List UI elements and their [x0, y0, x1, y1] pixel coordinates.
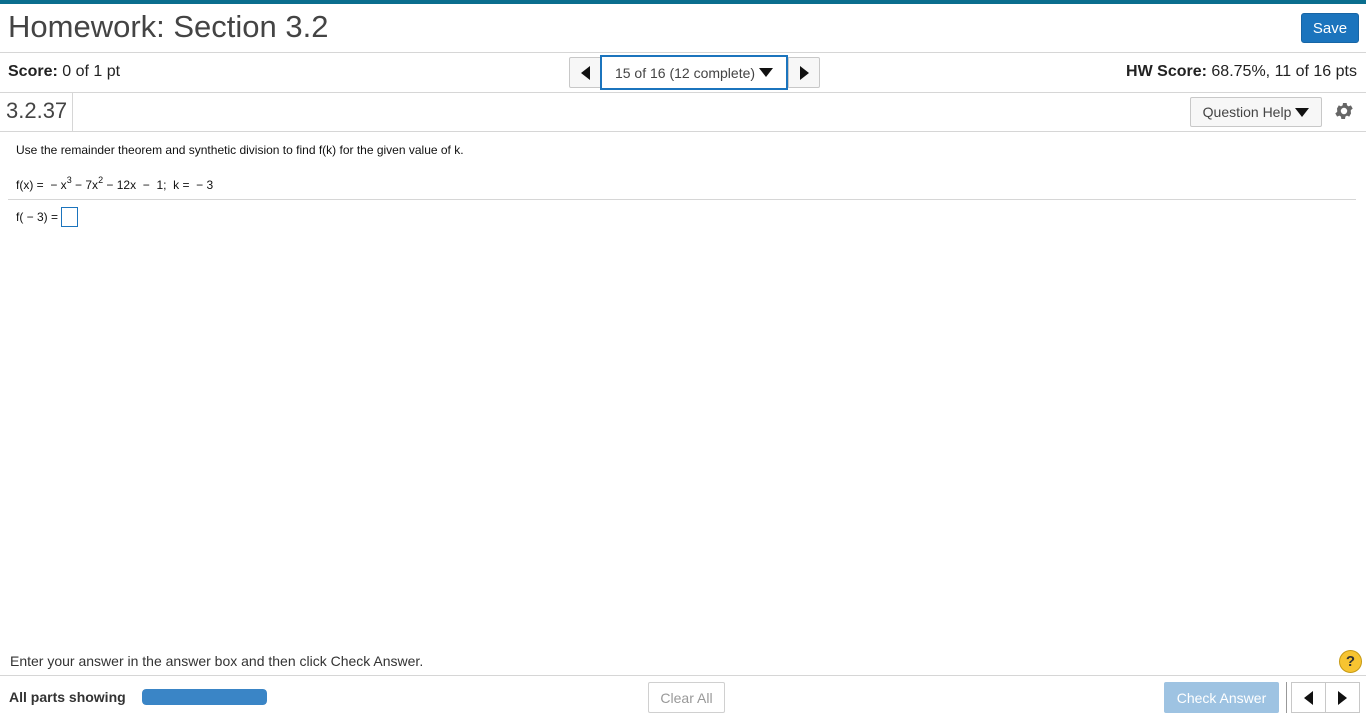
divider	[0, 131, 1366, 132]
formula-exponent: 3	[66, 175, 72, 185]
question-selector-label: 15 of 16 (12 complete)	[614, 64, 756, 81]
next-question-button[interactable]	[788, 57, 820, 88]
answer-input[interactable]	[61, 207, 79, 227]
page-title: Homework: Section 3.2	[8, 9, 329, 44]
formula-part: f(x) = − x	[16, 178, 67, 192]
top-accent-bar	[0, 0, 1366, 4]
chevron-left-icon	[1304, 690, 1313, 705]
footer-divider	[1286, 682, 1287, 713]
question-number-divider	[72, 93, 73, 131]
formula-part: − 12x − 1; k = − 3	[103, 178, 214, 192]
question-help-label: Question Help	[1202, 104, 1292, 120]
question-circle-icon[interactable]: ?	[1339, 650, 1362, 673]
divider	[0, 92, 1366, 93]
divider	[8, 199, 1356, 200]
divider	[0, 52, 1366, 53]
save-button[interactable]: Save	[1301, 13, 1359, 43]
question-number: 3.2.37	[6, 98, 68, 123]
hw-score-label: HW Score:	[1126, 63, 1207, 80]
footer-previous-button[interactable]	[1291, 682, 1326, 713]
question-instructions: Use the remainder theorem and synthetic …	[16, 143, 464, 157]
answer-row: f( − 3) =	[16, 207, 79, 227]
all-parts-label: All parts showing	[9, 689, 126, 705]
parts-progress-bar	[142, 689, 267, 705]
chevron-right-icon	[799, 65, 809, 80]
footer-instruction: Enter your answer in the answer box and …	[10, 653, 424, 669]
caret-down-icon	[759, 68, 774, 77]
clear-all-button[interactable]: Clear All	[648, 682, 725, 713]
chevron-left-icon	[580, 65, 590, 80]
check-answer-button[interactable]: Check Answer	[1164, 682, 1279, 713]
footer-next-button[interactable]	[1325, 682, 1360, 713]
hw-score-value: 68.75%, 11 of 16 pts	[1211, 63, 1357, 80]
question-selector[interactable]: 15 of 16 (12 complete)	[600, 55, 788, 90]
formula-part: − 7x	[71, 178, 99, 192]
gear-icon[interactable]	[1333, 100, 1355, 122]
score-label: Score:	[8, 63, 58, 80]
question-help-button[interactable]: Question Help	[1190, 97, 1322, 127]
answer-prompt: f( − 3) =	[16, 210, 59, 224]
parts-progress-fill	[142, 689, 267, 705]
chevron-right-icon	[1338, 690, 1347, 705]
caret-down-icon	[1295, 107, 1310, 117]
divider	[0, 675, 1366, 676]
hw-score-display: HW Score: 68.75%, 11 of 16 pts	[1126, 63, 1357, 81]
previous-question-button[interactable]	[569, 57, 601, 88]
score-display: Score: 0 of 1 pt	[8, 63, 120, 81]
function-formula: f(x) = − x3 − 7x2 − 12x − 1; k = − 3	[16, 175, 214, 192]
formula-exponent: 2	[98, 175, 104, 185]
score-value: 0 of 1 pt	[62, 63, 121, 80]
